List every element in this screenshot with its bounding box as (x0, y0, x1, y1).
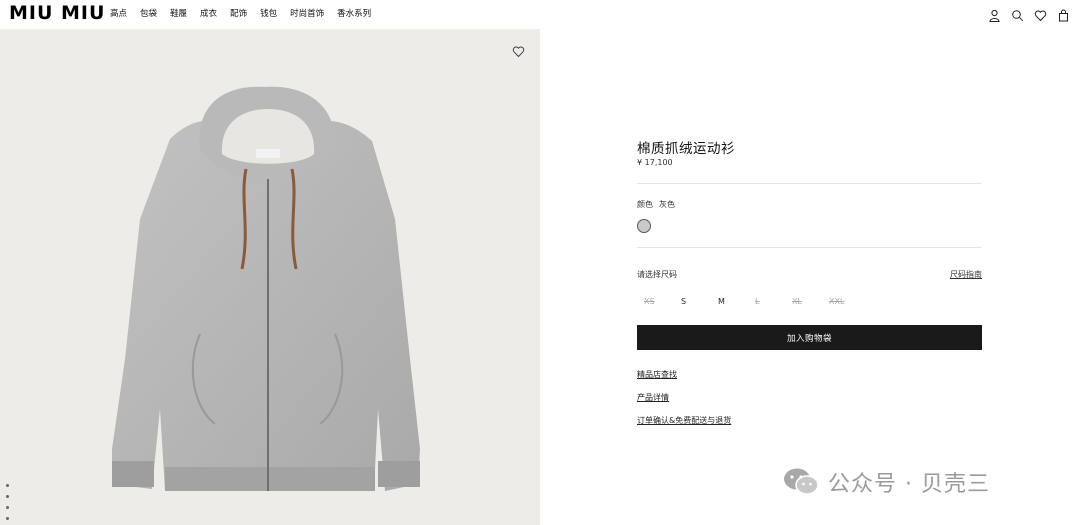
product-title: 棉质抓绒运动衫 (637, 141, 735, 157)
brand-logo[interactable]: MIU MIU (9, 3, 105, 23)
size-options: XS S M L XL XXL (644, 297, 866, 306)
color-swatch-grey[interactable] (637, 219, 651, 233)
size-select-label: 请选择尺码 (637, 270, 677, 279)
gallery-dot[interactable] (6, 484, 9, 487)
gallery-pagination (6, 484, 9, 525)
top-header: MIU MIU 高点 包袋 鞋履 成衣 配饰 钱包 时尚首饰 香水系列 (0, 0, 1080, 28)
watermark: 公众号 · 贝壳三 (782, 466, 990, 498)
product-details-link[interactable]: 产品详情 (637, 392, 669, 403)
color-label: 颜色 (637, 200, 653, 209)
product-price: ¥ 17,100 (637, 158, 673, 167)
product-image-panel[interactable] (0, 29, 540, 525)
bag-icon[interactable] (1057, 7, 1070, 22)
gallery-dot[interactable] (6, 517, 9, 520)
size-option-xxl[interactable]: XXL (829, 297, 866, 306)
nav-item-ready-to-wear[interactable]: 成衣 (200, 8, 217, 20)
product-image-hoodie (112, 86, 420, 492)
nav-item-wallets[interactable]: 钱包 (260, 8, 277, 20)
size-option-m[interactable]: M (718, 297, 755, 306)
divider (637, 247, 982, 248)
gallery-dot[interactable] (6, 506, 9, 509)
size-option-xs[interactable]: XS (644, 297, 681, 306)
search-icon[interactable] (1011, 7, 1024, 22)
gallery-dot[interactable] (6, 495, 9, 498)
header-icons (988, 7, 1070, 22)
nav-item-fragrance[interactable]: 香水系列 (337, 8, 371, 20)
nav-item-bags[interactable]: 包袋 (140, 8, 157, 20)
color-value: 灰色 (659, 200, 675, 209)
size-option-xl[interactable]: XL (792, 297, 829, 306)
nav-item-highlights[interactable]: 高点 (110, 8, 127, 20)
shipping-returns-link[interactable]: 订单确认&免费配送与退货 (637, 415, 731, 426)
wishlist-heart-icon[interactable] (512, 43, 525, 58)
nav-item-shoes[interactable]: 鞋履 (170, 8, 187, 20)
wechat-icon (782, 466, 820, 498)
watermark-text: 公众号 · 贝壳三 (828, 472, 990, 497)
size-option-s[interactable]: S (681, 297, 718, 306)
divider (637, 183, 982, 184)
size-option-l[interactable]: L (755, 297, 792, 306)
user-icon[interactable] (988, 7, 1001, 22)
heart-icon[interactable] (1034, 7, 1047, 22)
main-nav: 高点 包袋 鞋履 成衣 配饰 钱包 时尚首饰 香水系列 (110, 8, 384, 20)
store-locator-link[interactable]: 精品店查找 (637, 369, 677, 380)
add-to-bag-button[interactable]: 加入购物袋 (637, 325, 982, 350)
nav-item-accessories[interactable]: 配饰 (230, 8, 247, 20)
size-guide-link[interactable]: 尺码指南 (950, 269, 982, 280)
nav-item-jewelry[interactable]: 时尚首饰 (290, 8, 324, 20)
color-row: 颜色 灰色 (637, 199, 675, 210)
